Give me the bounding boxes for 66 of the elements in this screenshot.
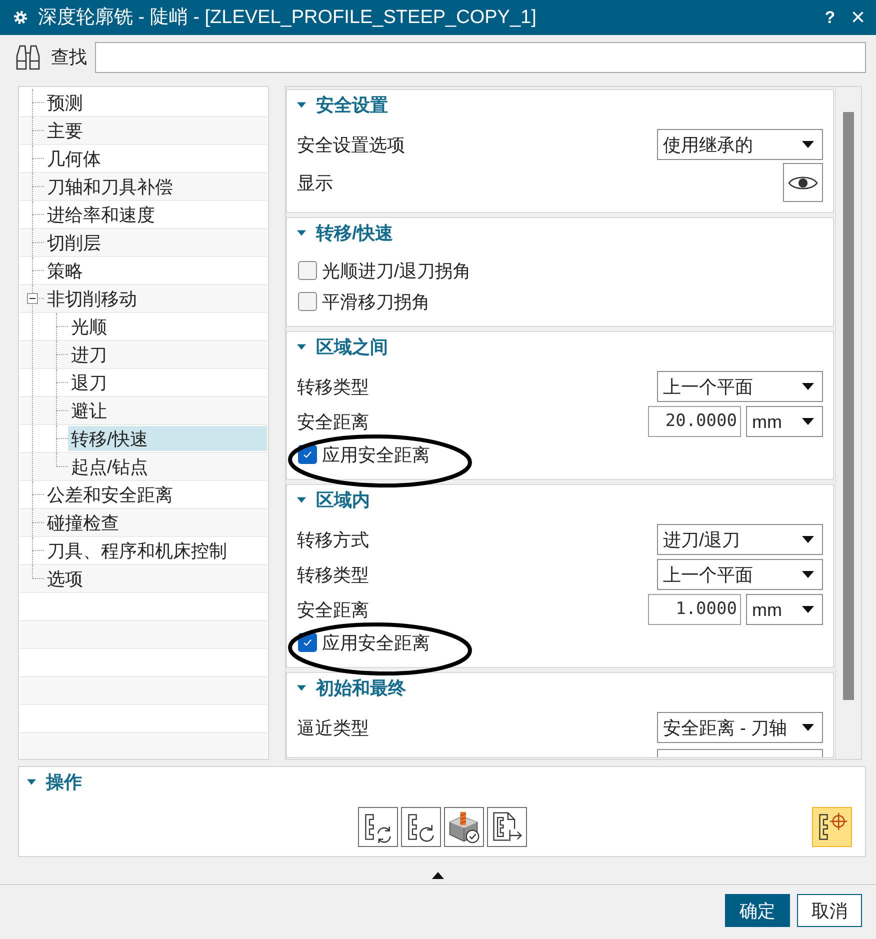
dropdown[interactable]: mm bbox=[746, 406, 823, 437]
generate-button[interactable] bbox=[358, 807, 398, 847]
dropdown[interactable]: 上一个平面 bbox=[657, 371, 823, 402]
field-label: 显示 bbox=[297, 172, 333, 194]
tree-item[interactable]: 退刀 bbox=[68, 370, 267, 395]
section-header[interactable]: 区域内 bbox=[287, 485, 833, 515]
caret-icon bbox=[802, 536, 814, 543]
field-label: 逼近类型 bbox=[297, 716, 369, 738]
collapse-arrow-icon[interactable] bbox=[432, 872, 444, 879]
section-header[interactable]: 区域之间 bbox=[287, 332, 833, 362]
field-label: 安全距离 bbox=[297, 410, 369, 432]
field-label: 安全设置选项 bbox=[297, 134, 405, 156]
number-field[interactable]: 1.0000 bbox=[648, 594, 741, 625]
dropdown[interactable]: 进刀/退刀 bbox=[657, 524, 823, 555]
caret-icon bbox=[802, 571, 814, 578]
confirm-button[interactable]: 确定 bbox=[725, 894, 790, 927]
search-field[interactable] bbox=[95, 42, 866, 72]
search-label: 查找 bbox=[51, 46, 87, 68]
checkmark-icon bbox=[303, 451, 312, 458]
list-button[interactable] bbox=[486, 807, 526, 847]
eye-icon bbox=[788, 174, 818, 192]
scrollbar-thumb[interactable] bbox=[843, 112, 854, 700]
caret-icon bbox=[802, 606, 814, 613]
field-label: 转移方式 bbox=[297, 528, 369, 550]
window-title: 深度轮廓铣 - 陡峭 - [ZLEVEL_PROFILE_STEEP_COPY_1] bbox=[38, 6, 536, 30]
caret-icon bbox=[802, 383, 814, 390]
checkmark-icon bbox=[303, 639, 312, 646]
tree-item[interactable]: 进给率和速度 bbox=[44, 202, 267, 227]
field-label: 安全距离 bbox=[297, 598, 369, 620]
verify-button[interactable] bbox=[444, 807, 484, 847]
collapse-icon[interactable] bbox=[27, 293, 38, 304]
checkbox-label[interactable]: 平滑移刀拐角 bbox=[322, 290, 430, 312]
caret-icon bbox=[802, 724, 814, 731]
section-header[interactable]: 转移/快速 bbox=[287, 218, 833, 248]
caret-icon bbox=[802, 418, 814, 425]
tree-item[interactable]: 几何体 bbox=[44, 146, 267, 171]
cancel-button[interactable]: 取消 bbox=[797, 894, 862, 927]
checkbox[interactable] bbox=[298, 261, 317, 280]
tree-item[interactable]: 公差和安全距离 bbox=[44, 482, 267, 507]
block-check-icon bbox=[446, 810, 480, 844]
dropdown[interactable]: 使用继承的 bbox=[657, 129, 823, 160]
dropdown[interactable]: mm bbox=[746, 594, 823, 625]
dropdown[interactable] bbox=[657, 749, 823, 757]
tree-item[interactable]: 预测 bbox=[44, 90, 267, 115]
caret-icon bbox=[802, 141, 814, 148]
dropdown[interactable]: 安全距离 - 刀轴 bbox=[657, 712, 823, 743]
tree-item[interactable]: 转移/快速 bbox=[68, 426, 267, 451]
section-header[interactable]: 初始和最终 bbox=[287, 673, 833, 703]
tree-item[interactable]: 刀具、程序和机床控制 bbox=[44, 538, 267, 563]
display-toggle-button[interactable] bbox=[812, 807, 852, 847]
tree-item[interactable]: 策略 bbox=[44, 258, 267, 283]
tree-item[interactable]: 光顺 bbox=[68, 314, 267, 339]
settings-icon[interactable] bbox=[13, 10, 28, 25]
checkbox-label[interactable]: 光顺进刀/退刀拐角 bbox=[322, 260, 472, 282]
binoculars-icon bbox=[15, 44, 41, 70]
checkbox[interactable] bbox=[298, 292, 317, 311]
replay-button[interactable] bbox=[400, 807, 440, 847]
help-button[interactable]: ? bbox=[816, 4, 844, 32]
section-header[interactable]: 安全设置 bbox=[287, 90, 833, 120]
close-button[interactable]: × bbox=[844, 4, 872, 32]
number-field[interactable]: 20.0000 bbox=[648, 406, 741, 437]
field-label: 转移类型 bbox=[297, 564, 369, 586]
dropdown[interactable]: 上一个平面 bbox=[657, 559, 823, 590]
eye-button[interactable] bbox=[783, 163, 823, 202]
section-header[interactable]: 操作 bbox=[19, 767, 865, 797]
field-label: 转移类型 bbox=[297, 376, 369, 398]
